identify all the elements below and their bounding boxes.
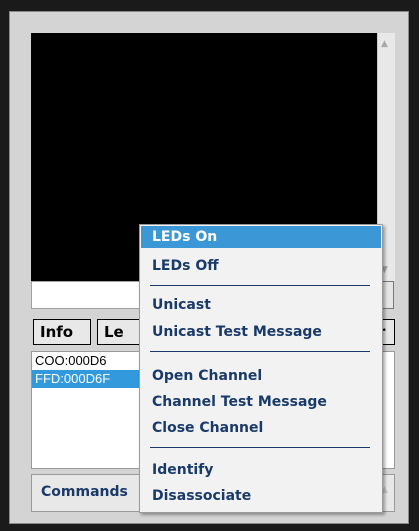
list-item-label: FFD:000D6F bbox=[35, 371, 111, 386]
menu-separator bbox=[150, 285, 370, 286]
tab-info[interactable]: Info bbox=[33, 319, 91, 345]
menu-separator bbox=[150, 447, 370, 448]
menu-item-open-channel[interactable]: Open Channel bbox=[141, 365, 381, 387]
commands-label: Commands bbox=[41, 484, 128, 500]
menu-item-identify[interactable]: Identify bbox=[141, 459, 381, 481]
menu-separator bbox=[150, 351, 370, 352]
list-item-label: COO:000D6 bbox=[35, 353, 107, 368]
menu-item-unicast-test-message[interactable]: Unicast Test Message bbox=[141, 321, 381, 343]
menu-item-close-channel[interactable]: Close Channel bbox=[141, 417, 381, 439]
tab-le-label: Le bbox=[104, 323, 124, 341]
menu-item-leds-off[interactable]: LEDs Off bbox=[141, 255, 381, 277]
context-menu: LEDs On LEDs Off Unicast Unicast Test Me… bbox=[139, 224, 383, 513]
menu-item-disassociate[interactable]: Disassociate bbox=[141, 485, 381, 507]
menu-item-leds-on[interactable]: LEDs On bbox=[141, 226, 381, 248]
menu-item-unicast[interactable]: Unicast bbox=[141, 294, 381, 316]
list-item-selected[interactable]: FFD:000D6F bbox=[32, 370, 155, 388]
list-item[interactable]: COO:000D6 bbox=[32, 352, 155, 370]
tab-info-label: Info bbox=[40, 323, 74, 341]
scroll-up-icon[interactable]: ▲ bbox=[381, 39, 388, 49]
menu-item-channel-test-message[interactable]: Channel Test Message bbox=[141, 391, 381, 413]
